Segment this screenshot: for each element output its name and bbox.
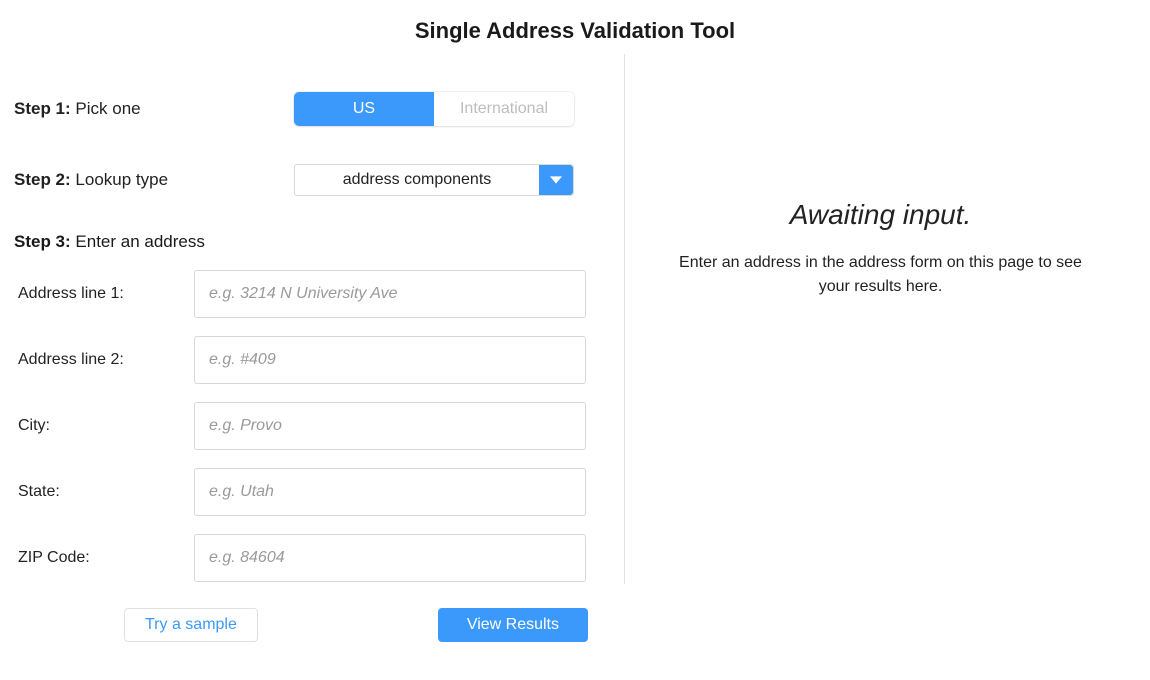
address-fields: Address line 1: Address line 2: City: St… xyxy=(14,270,594,582)
step2-bold: Step 2: xyxy=(14,170,71,189)
city-input[interactable] xyxy=(194,402,586,450)
field-row-zip: ZIP Code: xyxy=(14,534,594,582)
zip-input[interactable] xyxy=(194,534,586,582)
view-results-button[interactable]: View Results xyxy=(438,608,588,642)
step1-row: Step 1: Pick one US International xyxy=(14,92,594,126)
region-us-button[interactable]: US xyxy=(294,92,434,126)
address-line1-input[interactable] xyxy=(194,270,586,318)
step1-rest: Pick one xyxy=(71,99,141,118)
step2-label: Step 2: Lookup type xyxy=(14,170,294,190)
field-row-state: State: xyxy=(14,468,594,516)
step3-label: Step 3: Enter an address xyxy=(14,232,594,252)
field-row-line1: Address line 1: xyxy=(14,270,594,318)
label-state: State: xyxy=(14,483,194,501)
state-input[interactable] xyxy=(194,468,586,516)
step2-rest: Lookup type xyxy=(71,170,168,189)
form-column: Step 1: Pick one US International Step 2… xyxy=(14,54,624,642)
label-zip: ZIP Code: xyxy=(14,549,194,567)
results-column: Awaiting input. Enter an address in the … xyxy=(624,54,1136,584)
step2-row: Step 2: Lookup type address components xyxy=(14,164,594,196)
lookup-type-select[interactable]: address components xyxy=(294,164,574,196)
field-row-city: City: xyxy=(14,402,594,450)
page-title: Single Address Validation Tool xyxy=(0,0,1150,54)
step1-label: Step 1: Pick one xyxy=(14,99,294,119)
lookup-type-text: address components xyxy=(343,171,492,189)
step3-bold: Step 3: xyxy=(14,232,71,251)
lookup-type-value[interactable]: address components xyxy=(294,164,574,196)
results-hint: Enter an address in the address form on … xyxy=(671,251,1091,299)
chevron-down-icon[interactable] xyxy=(539,165,573,195)
label-line1: Address line 1: xyxy=(14,285,194,303)
main-container: Step 1: Pick one US International Step 2… xyxy=(0,54,1150,642)
results-heading: Awaiting input. xyxy=(790,199,972,231)
label-city: City: xyxy=(14,417,194,435)
label-line2: Address line 2: xyxy=(14,351,194,369)
field-row-line2: Address line 2: xyxy=(14,336,594,384)
address-line2-input[interactable] xyxy=(194,336,586,384)
region-intl-button[interactable]: International xyxy=(434,92,574,126)
region-toggle: US International xyxy=(294,92,574,126)
step1-bold: Step 1: xyxy=(14,99,71,118)
button-row: Try a sample View Results xyxy=(14,608,594,642)
try-sample-button[interactable]: Try a sample xyxy=(124,608,258,642)
step3-rest: Enter an address xyxy=(71,232,205,251)
